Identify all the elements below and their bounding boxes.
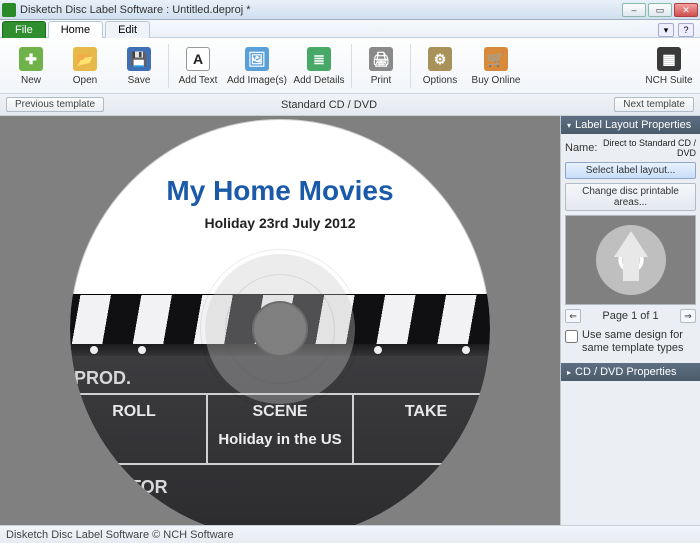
select-label-layout-button[interactable]: Select label layout... xyxy=(565,162,696,179)
add-text-label: Add Text xyxy=(179,75,218,86)
add-text-button[interactable]: A Add Text xyxy=(171,41,225,91)
print-button[interactable]: 🖨 Print xyxy=(354,41,408,91)
minimize-button[interactable]: – xyxy=(622,3,646,17)
cddvd-panel-header[interactable]: ▸ CD / DVD Properties xyxy=(561,363,700,381)
status-bar: Disketch Disc Label Software © NCH Softw… xyxy=(0,525,700,543)
status-text: Disketch Disc Label Software © NCH Softw… xyxy=(6,529,234,541)
disc-label[interactable]: My Home Movies Holiday 23rd July 2012 PR… xyxy=(70,119,490,525)
template-nav-bar: Previous template Standard CD / DVD Next… xyxy=(0,94,700,116)
cddvd-header-text: CD / DVD Properties xyxy=(575,366,676,378)
options-button[interactable]: ⚙ Options xyxy=(413,41,467,91)
open-button[interactable]: 📂 Open xyxy=(58,41,112,91)
same-design-label: Use same design for same template types xyxy=(582,329,696,355)
open-label: Open xyxy=(73,75,97,86)
tab-edit[interactable]: Edit xyxy=(105,21,150,38)
disc-title-text[interactable]: My Home Movies xyxy=(70,175,490,207)
ribbon-minimize-icon[interactable]: ▾ xyxy=(658,23,674,37)
save-icon: 💾 xyxy=(125,45,153,73)
disc-subtitle-text[interactable]: Holiday 23rd July 2012 xyxy=(70,215,490,231)
ribbon-toolbar: ✚ New 📂 Open 💾 Save A Add Text 🖼 Add Ima… xyxy=(0,38,700,94)
buy-online-label: Buy Online xyxy=(472,75,521,86)
change-printable-areas-button[interactable]: Change disc printable areas... xyxy=(565,183,696,211)
add-details-label: Add Details xyxy=(293,75,344,86)
help-icon[interactable]: ? xyxy=(678,23,694,37)
template-name-label: Standard CD / DVD xyxy=(104,99,554,111)
page-next-button[interactable]: ⇒ xyxy=(680,309,696,323)
new-label: New xyxy=(21,75,41,86)
side-panel: ▾ Label Layout Properties Name: Direct t… xyxy=(560,116,700,525)
expand-icon: ▸ xyxy=(567,368,571,377)
nch-suite-button[interactable]: ▦ NCH Suite xyxy=(642,41,696,91)
label-layout-panel-body: Name: Direct to Standard CD / DVD Select… xyxy=(561,134,700,363)
maximize-button[interactable]: ▭ xyxy=(648,3,672,17)
save-button[interactable]: 💾 Save xyxy=(112,41,166,91)
name-value: Direct to Standard CD / DVD xyxy=(601,138,696,158)
new-button[interactable]: ✚ New xyxy=(4,41,58,91)
open-icon: 📂 xyxy=(71,45,99,73)
label-layout-header-text: Label Layout Properties xyxy=(575,119,691,131)
add-images-icon: 🖼 xyxy=(243,45,271,73)
same-design-checkbox[interactable] xyxy=(565,330,578,343)
main-area: My Home Movies Holiday 23rd July 2012 PR… xyxy=(0,116,700,525)
take-label: TAKE xyxy=(358,403,490,421)
label-layout-panel-header[interactable]: ▾ Label Layout Properties xyxy=(561,116,700,134)
same-design-checkbox-row[interactable]: Use same design for same template types xyxy=(565,329,696,355)
name-label: Name: xyxy=(565,142,601,154)
design-canvas[interactable]: My Home Movies Holiday 23rd July 2012 PR… xyxy=(0,116,560,525)
director-label: DIRECTOR xyxy=(70,465,490,510)
add-text-icon: A xyxy=(184,45,212,73)
scene-value[interactable]: Holiday in the US xyxy=(212,431,348,449)
save-label: Save xyxy=(128,75,151,86)
app-icon xyxy=(2,3,16,17)
layout-preview xyxy=(565,215,696,305)
buy-online-icon: 🛒 xyxy=(482,45,510,73)
title-bar: Disketch Disc Label Software : Untitled.… xyxy=(0,0,700,20)
previous-template-button[interactable]: Previous template xyxy=(6,97,104,112)
next-template-button[interactable]: Next template xyxy=(614,97,694,112)
nch-suite-label: NCH Suite xyxy=(645,75,692,86)
print-label: Print xyxy=(371,75,392,86)
add-images-label: Add Image(s) xyxy=(227,75,287,86)
tab-file[interactable]: File xyxy=(2,21,46,38)
roll-label: ROLL xyxy=(70,403,202,421)
disc-center-hole xyxy=(252,301,308,357)
page-indicator: Page 1 of 1 xyxy=(602,310,658,322)
add-details-button[interactable]: ≣ Add Details xyxy=(289,41,349,91)
nch-suite-icon: ▦ xyxy=(655,45,683,73)
close-button[interactable]: ✕ xyxy=(674,3,698,17)
new-icon: ✚ xyxy=(17,45,45,73)
print-icon: 🖨 xyxy=(367,45,395,73)
window-buttons: – ▭ ✕ xyxy=(622,3,698,17)
buy-online-button[interactable]: 🛒 Buy Online xyxy=(467,41,525,91)
options-label: Options xyxy=(423,75,457,86)
page-prev-button[interactable]: ⇐ xyxy=(565,309,581,323)
window-title: Disketch Disc Label Software : Untitled.… xyxy=(20,4,622,16)
preview-disc-icon xyxy=(596,225,666,295)
tab-home[interactable]: Home xyxy=(48,21,103,38)
collapse-icon: ▾ xyxy=(567,121,571,130)
menu-tabs: File Home Edit ▾ ? xyxy=(0,20,700,38)
add-details-icon: ≣ xyxy=(305,45,333,73)
options-icon: ⚙ xyxy=(426,45,454,73)
add-images-button[interactable]: 🖼 Add Image(s) xyxy=(225,41,289,91)
